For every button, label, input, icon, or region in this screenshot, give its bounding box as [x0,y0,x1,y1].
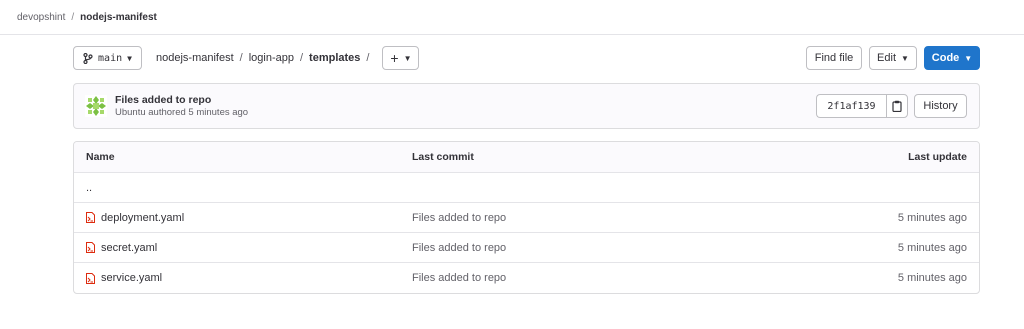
column-header-last-update: Last update [908,151,967,163]
plus-icon: + [390,50,399,66]
file-last-commit[interactable]: Files added to repo [412,212,712,224]
file-last-update: 5 minutes ago [897,241,967,254]
commit-title[interactable]: Files added to repo [115,94,248,107]
file-name-link[interactable]: secret.yaml [101,242,157,254]
add-to-tree-button[interactable]: + ▼ [382,46,420,70]
history-button[interactable]: History [914,94,967,118]
path-segment-login-app[interactable]: login-app [249,52,294,64]
edit-button[interactable]: Edit ▼ [869,46,917,70]
avatar[interactable] [85,95,107,117]
repo-toolbar: main ▼ nodejs-manifest / login-app / tem… [73,46,980,70]
top-breadcrumb: devopshint / nodejs-manifest [0,0,1024,35]
clipboard-icon [892,100,902,112]
path-breadcrumb: nodejs-manifest / login-app / templates … [156,52,375,64]
file-last-commit[interactable]: Files added to repo [412,272,712,284]
file-last-commit[interactable]: Files added to repo [412,242,712,254]
commit-sha[interactable]: 2f1af139 [816,94,886,118]
chevron-down-icon: ▼ [403,53,412,63]
chevron-down-icon: ▼ [901,53,909,63]
code-button[interactable]: Code ▼ [924,46,980,70]
path-separator: / [299,52,304,64]
find-file-button[interactable]: Find file [806,46,862,70]
table-row: deployment.yaml Files added to repo 5 mi… [74,203,979,233]
file-tree-table: Name Last commit Last update .. deployme… [73,141,980,294]
chevron-down-icon: ▼ [964,53,973,63]
commit-meta: Ubuntu authored 5 minutes ago [115,106,249,118]
breadcrumb-project-link[interactable]: nodejs-manifest [80,12,157,23]
chevron-down-icon: ▼ [127,53,132,63]
branch-icon [83,52,93,64]
breadcrumb-separator: / [71,11,75,23]
last-commit-panel: Files added to repo Ubuntu authored 5 mi… [73,83,980,129]
table-row: service.yaml Files added to repo 5 minut… [74,263,979,293]
file-last-update: 5 minutes ago [897,272,967,284]
file-last-update: 5 minutes ago [897,211,967,224]
breadcrumb-group-link[interactable]: devopshint [17,12,65,23]
branch-selector[interactable]: main ▼ [73,46,142,70]
path-separator: / [366,52,370,64]
path-separator: / [239,52,243,64]
yaml-file-icon [86,212,95,223]
file-name-link[interactable]: deployment.yaml [101,212,184,224]
code-button-label: Code [931,52,960,64]
edit-button-label: Edit [877,52,897,64]
copy-sha-button[interactable] [886,94,908,118]
parent-directory-link[interactable]: .. [86,182,412,194]
table-row: secret.yaml Files added to repo 5 minute… [74,233,979,263]
column-header-name: Name [86,151,115,163]
table-header-row: Name Last commit Last update [74,142,979,173]
parent-directory-row[interactable]: .. [74,173,979,203]
branch-name: main [98,52,123,64]
file-name-link[interactable]: service.yaml [101,272,162,284]
path-segment-project[interactable]: nodejs-manifest [156,52,234,64]
yaml-file-icon [86,242,95,253]
column-header-last-commit: Last commit [412,151,474,163]
path-segment-templates[interactable]: templates [309,52,360,64]
yaml-file-icon [86,272,95,284]
